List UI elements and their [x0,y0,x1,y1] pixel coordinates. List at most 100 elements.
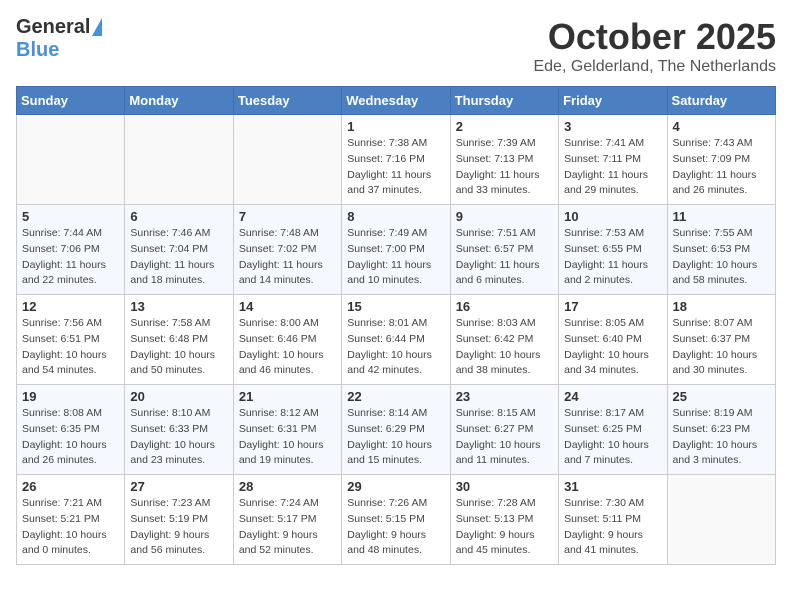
day-number: 24 [564,389,661,404]
calendar-cell: 28 Sunrise: 7:24 AM Sunset: 5:17 PM Dayli… [233,475,341,565]
month-title: October 2025 [533,16,776,58]
day-info: Sunrise: 7:39 AM Sunset: 7:13 PM Dayligh… [456,136,553,199]
calendar-cell: 15Sunrise: 8:01 AM Sunset: 6:44 PM Dayli… [342,295,450,385]
column-header-tuesday: Tuesday [233,87,341,115]
day-info: Sunrise: 8:15 AM Sunset: 6:27 PM Dayligh… [456,406,553,469]
day-number: 17 [564,299,661,314]
column-header-sunday: Sunday [17,87,125,115]
day-number: 4 [673,119,770,134]
day-number: 14 [239,299,336,314]
calendar-cell: 9Sunrise: 7:51 AM Sunset: 6:57 PM Daylig… [450,205,558,295]
column-header-wednesday: Wednesday [342,87,450,115]
day-info: Sunrise: 8:12 AM Sunset: 6:31 PM Dayligh… [239,406,336,469]
day-number: 25 [673,389,770,404]
location-text: Ede, Gelderland, The Netherlands [533,58,776,76]
day-info: Sunrise: 7:44 AM Sunset: 7:06 PM Dayligh… [22,226,119,289]
day-number: 5 [22,209,119,224]
calendar-cell: 21Sunrise: 8:12 AM Sunset: 6:31 PM Dayli… [233,385,341,475]
calendar-cell: 4 Sunrise: 7:43 AM Sunset: 7:09 PM Daylig… [667,115,775,205]
header-row: SundayMondayTuesdayWednesdayThursdayFrid… [17,87,776,115]
day-number: 31 [564,479,661,494]
calendar-header: SundayMondayTuesdayWednesdayThursdayFrid… [17,87,776,115]
calendar-cell [667,475,775,565]
calendar-cell: 25 Sunrise: 8:19 AM Sunset: 6:23 PM Dayli… [667,385,775,475]
day-number: 27 [130,479,227,494]
column-header-monday: Monday [125,87,233,115]
day-info: Sunrise: 8:07 AM Sunset: 6:37 PM Dayligh… [673,316,770,379]
logo-triangle-icon [92,18,102,36]
calendar-cell: 26 Sunrise: 7:21 AM Sunset: 5:21 PM Dayli… [17,475,125,565]
day-info: Sunrise: 8:08 AM Sunset: 6:35 PM Dayligh… [22,406,119,469]
calendar-cell [125,115,233,205]
day-info: Sunrise: 8:05 AM Sunset: 6:40 PM Dayligh… [564,316,661,379]
day-number: 20 [130,389,227,404]
day-info: Sunrise: 7:26 AM Sunset: 5:15 PM Dayligh… [347,496,444,559]
day-number: 7 [239,209,336,224]
column-header-saturday: Saturday [667,87,775,115]
calendar-cell: 29 Sunrise: 7:26 AM Sunset: 5:15 PM Dayli… [342,475,450,565]
calendar-cell: 13 Sunrise: 7:58 AM Sunset: 6:48 PM Dayli… [125,295,233,385]
day-info: Sunrise: 7:38 AM Sunset: 7:16 PM Dayligh… [347,136,444,199]
day-number: 18 [673,299,770,314]
day-info: Sunrise: 7:53 AM Sunset: 6:55 PM Dayligh… [564,226,661,289]
day-number: 22 [347,389,444,404]
day-info: Sunrise: 8:19 AM Sunset: 6:23 PM Dayligh… [673,406,770,469]
calendar-cell: 30 Sunrise: 7:28 AM Sunset: 5:13 PM Dayli… [450,475,558,565]
day-info: Sunrise: 7:56 AM Sunset: 6:51 PM Dayligh… [22,316,119,379]
day-info: Sunrise: 7:58 AM Sunset: 6:48 PM Dayligh… [130,316,227,379]
week-row-1: 1 Sunrise: 7:38 AM Sunset: 7:16 PM Daylig… [17,115,776,205]
day-info: Sunrise: 8:03 AM Sunset: 6:42 PM Dayligh… [456,316,553,379]
day-number: 23 [456,389,553,404]
calendar-cell: 5 Sunrise: 7:44 AM Sunset: 7:06 PM Daylig… [17,205,125,295]
day-number: 10 [564,209,661,224]
day-info: Sunrise: 7:43 AM Sunset: 7:09 PM Dayligh… [673,136,770,199]
day-number: 8 [347,209,444,224]
calendar-cell: 18 Sunrise: 8:07 AM Sunset: 6:37 PM Dayli… [667,295,775,385]
day-number: 29 [347,479,444,494]
day-number: 1 [347,119,444,134]
week-row-5: 26 Sunrise: 7:21 AM Sunset: 5:21 PM Dayli… [17,475,776,565]
day-info: Sunrise: 7:48 AM Sunset: 7:02 PM Dayligh… [239,226,336,289]
calendar-cell: 19Sunrise: 8:08 AM Sunset: 6:35 PM Dayli… [17,385,125,475]
day-number: 13 [130,299,227,314]
day-info: Sunrise: 7:55 AM Sunset: 6:53 PM Dayligh… [673,226,770,289]
day-info: Sunrise: 8:00 AM Sunset: 6:46 PM Dayligh… [239,316,336,379]
day-number: 16 [456,299,553,314]
day-info: Sunrise: 8:14 AM Sunset: 6:29 PM Dayligh… [347,406,444,469]
day-info: Sunrise: 7:30 AM Sunset: 5:11 PM Dayligh… [564,496,661,559]
day-number: 2 [456,119,553,134]
week-row-3: 12 Sunrise: 7:56 AM Sunset: 6:51 PM Dayli… [17,295,776,385]
calendar-cell: 10 Sunrise: 7:53 AM Sunset: 6:55 PM Dayli… [559,205,667,295]
calendar-cell: 16 Sunrise: 8:03 AM Sunset: 6:42 PM Dayli… [450,295,558,385]
calendar-cell: 12 Sunrise: 7:56 AM Sunset: 6:51 PM Dayli… [17,295,125,385]
calendar-cell: 22 Sunrise: 8:14 AM Sunset: 6:29 PM Dayli… [342,385,450,475]
title-block: October 2025 Ede, Gelderland, The Nether… [533,16,776,76]
day-info: Sunrise: 7:28 AM Sunset: 5:13 PM Dayligh… [456,496,553,559]
calendar-cell: 11Sunrise: 7:55 AM Sunset: 6:53 PM Dayli… [667,205,775,295]
day-info: Sunrise: 7:24 AM Sunset: 5:17 PM Dayligh… [239,496,336,559]
calendar-cell: 7 Sunrise: 7:48 AM Sunset: 7:02 PM Daylig… [233,205,341,295]
column-header-thursday: Thursday [450,87,558,115]
calendar-cell: 20 Sunrise: 8:10 AM Sunset: 6:33 PM Dayli… [125,385,233,475]
logo-blue-text: Blue [16,39,59,62]
day-number: 3 [564,119,661,134]
calendar-cell: 1 Sunrise: 7:38 AM Sunset: 7:16 PM Daylig… [342,115,450,205]
day-info: Sunrise: 8:17 AM Sunset: 6:25 PM Dayligh… [564,406,661,469]
day-info: Sunrise: 8:01 AM Sunset: 6:44 PM Dayligh… [347,316,444,379]
day-number: 12 [22,299,119,314]
week-row-4: 19Sunrise: 8:08 AM Sunset: 6:35 PM Dayli… [17,385,776,475]
calendar-cell [17,115,125,205]
calendar-cell: 17 Sunrise: 8:05 AM Sunset: 6:40 PM Dayli… [559,295,667,385]
day-number: 30 [456,479,553,494]
calendar-body: 1 Sunrise: 7:38 AM Sunset: 7:16 PM Daylig… [17,115,776,565]
day-info: Sunrise: 8:10 AM Sunset: 6:33 PM Dayligh… [130,406,227,469]
day-info: Sunrise: 7:23 AM Sunset: 5:19 PM Dayligh… [130,496,227,559]
calendar-cell: 23 Sunrise: 8:15 AM Sunset: 6:27 PM Dayli… [450,385,558,475]
calendar-table: SundayMondayTuesdayWednesdayThursdayFrid… [16,86,776,565]
day-number: 28 [239,479,336,494]
day-info: Sunrise: 7:49 AM Sunset: 7:00 PM Dayligh… [347,226,444,289]
day-info: Sunrise: 7:21 AM Sunset: 5:21 PM Dayligh… [22,496,119,559]
calendar-cell: 8 Sunrise: 7:49 AM Sunset: 7:00 PM Daylig… [342,205,450,295]
day-number: 26 [22,479,119,494]
page-header: General Blue October 2025 Ede, Gelderlan… [16,16,776,76]
